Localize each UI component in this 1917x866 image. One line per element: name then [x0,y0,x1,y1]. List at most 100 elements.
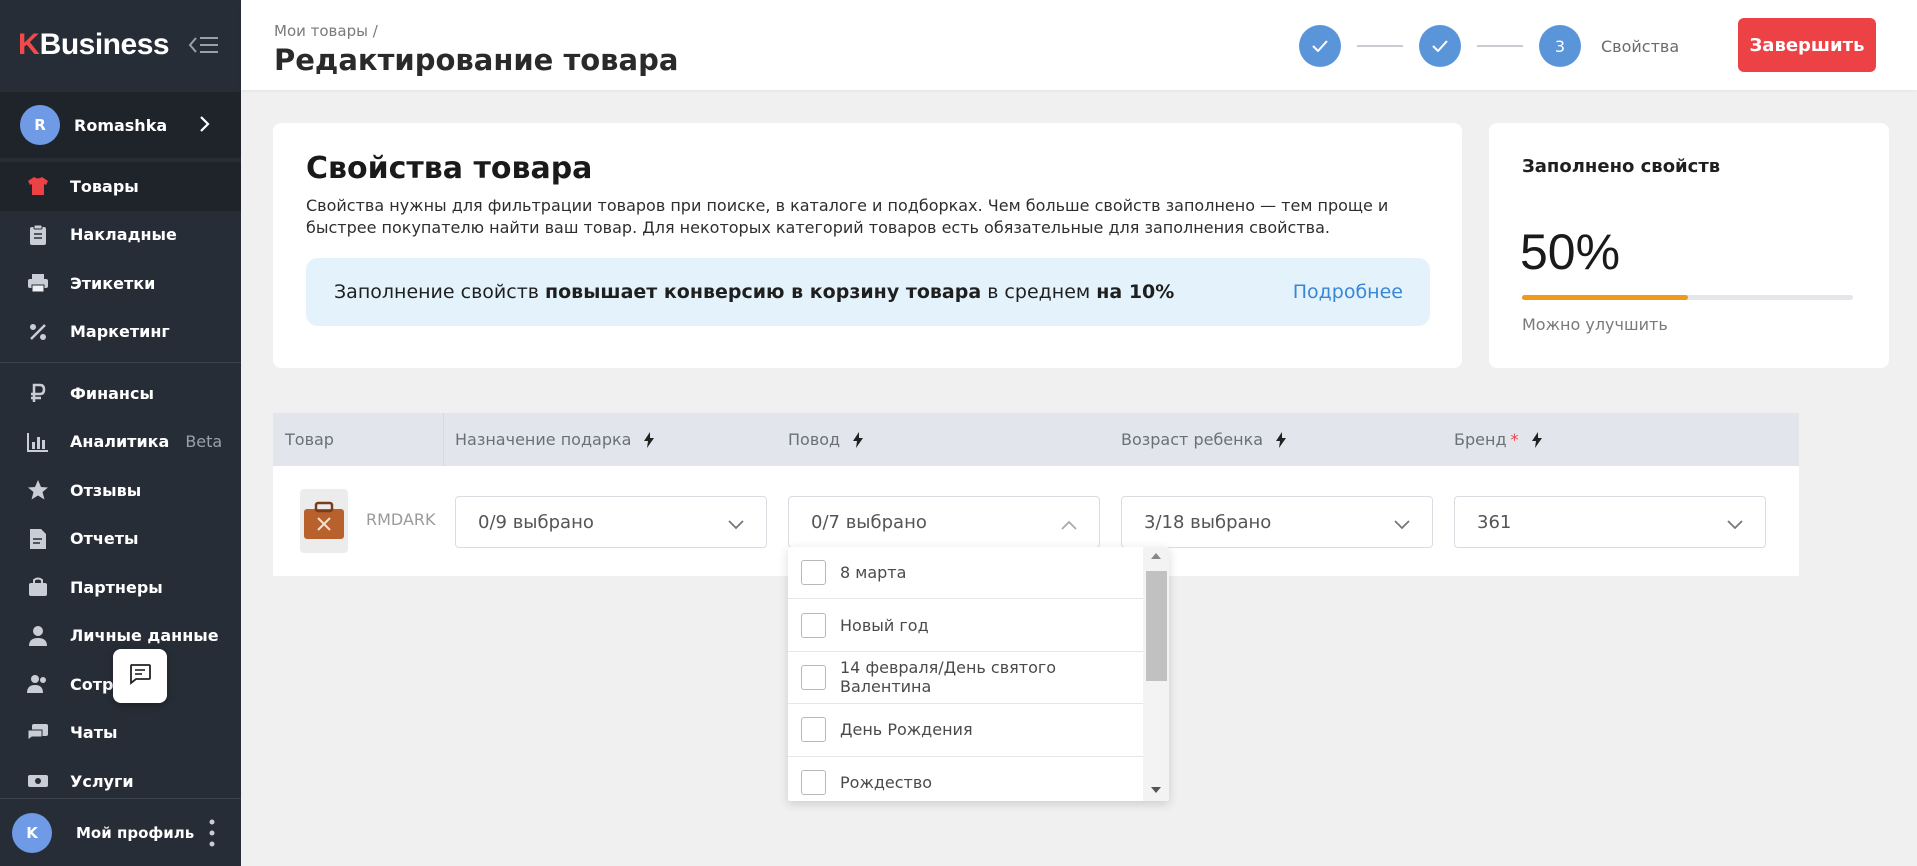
more-vertical-icon[interactable] [209,819,215,851]
sidebar-item-reviews[interactable]: Отзывы [0,466,241,515]
step-1-done[interactable] [1299,25,1341,67]
sidebar-item-marketing[interactable]: Маркетинг [0,308,241,357]
collapse-sidebar-icon[interactable] [188,34,220,56]
scroll-up-icon[interactable] [1151,553,1161,559]
sidebar-item-label: Услуги [70,771,134,791]
checkbox[interactable] [801,612,826,638]
dropdown-option[interactable]: 14 февраля/День святого Валентина [788,652,1143,705]
sidebar-item-label: Отзывы [70,480,142,500]
header-brand: Бренд * [1454,430,1543,449]
sidebar-item-finance[interactable]: Финансы [0,369,241,418]
checkbox[interactable] [801,664,826,690]
dropdown-option[interactable]: 8 марта [788,547,1143,600]
dropdown-option[interactable]: Рождество [788,757,1143,801]
sidebar-item-label: Накладные [70,225,177,245]
page-title: Редактирование товара [274,43,679,77]
clipboard-icon [26,223,50,247]
sidebar-item-labels[interactable]: Этикетки [0,259,241,308]
scrollbar-thumb[interactable] [1146,571,1167,681]
properties-title: Свойства товара [306,151,593,186]
fill-hint: Можно улучшить [1522,315,1668,334]
progress-stepper: 3 Свойства [1299,25,1679,67]
sidebar-item-reports[interactable]: Отчеты [0,515,241,564]
finish-button[interactable]: Завершить [1738,18,1876,72]
percent-icon [26,320,50,344]
conversion-banner: Заполнение свойств повышает конверсию в … [306,258,1430,326]
select-value: 3/18 выбрано [1144,511,1272,533]
header-product: Товар [285,430,334,449]
chevron-down-icon [728,514,744,535]
checkbox[interactable] [801,769,826,795]
logo-word: Business [39,28,170,61]
select-value: 0/7 выбрано [811,511,927,533]
sidebar-item-label: Чаты [70,723,118,743]
step-connector [1477,45,1523,47]
lightning-icon [643,431,655,448]
brand-select[interactable]: 361 [1454,496,1766,548]
sidebar-item-label: Товары [70,176,139,196]
child-age-select[interactable]: 3/18 выбрано [1121,496,1433,548]
fill-status-card: Заполнено свойств 50% Можно улучшить [1489,123,1889,368]
sidebar-item-label: Этикетки [70,273,156,293]
sidebar-item-label: Маркетинг [70,322,170,342]
step-connector [1357,45,1403,47]
breadcrumb[interactable]: Мои товары / [274,22,378,40]
account-switcher[interactable]: R Romashka [0,92,241,158]
beta-badge: Beta [185,432,223,452]
sidebar-nav: Товары Накладные Этикетки Маркетинг Фина… [0,162,241,806]
chevron-down-icon [1727,514,1743,535]
avatar: R [20,105,60,145]
profile-footer[interactable]: K Мой профиль [0,798,241,866]
sidebar-item-label: Отчеты [70,529,139,549]
dropdown-option[interactable]: Новый год [788,599,1143,652]
printer-icon [26,271,50,295]
table-header: Товар Назначение подарка Повод Возраст р… [273,413,1799,466]
step-3-label: Свойства [1601,36,1680,56]
header-occasion: Повод [788,430,864,449]
page-header: Мои товары / Редактирование товара 3 Сво… [241,0,1917,90]
money-icon [26,769,50,793]
learn-more-link[interactable]: Подробнее [1293,281,1403,303]
sidebar-item-products[interactable]: Товары [0,162,241,211]
sidebar-item-label: Финансы [70,383,154,403]
checkbox[interactable] [801,560,826,586]
step-3-current[interactable]: 3 [1539,25,1581,67]
logo[interactable]: K Business [18,25,170,65]
sidebar-item-label: Личные данные [70,626,219,646]
scroll-down-icon[interactable] [1151,787,1161,793]
profile-name: Мой профиль [76,823,195,842]
bar-chart-icon [26,430,50,454]
sidebar-item-partners[interactable]: Партнеры [0,563,241,612]
chevron-down-icon [1394,514,1410,535]
sidebar-item-analytics[interactable]: Аналитика Beta [0,418,241,467]
account-name: Romashka [74,115,168,135]
checkbox[interactable] [801,717,826,743]
dropdown-scrollbar[interactable] [1143,547,1169,801]
header-child-age: Возраст ребенка [1121,430,1287,449]
support-chat-button[interactable] [113,649,167,703]
step-2-done[interactable] [1419,25,1461,67]
fill-progress-bar [1522,295,1853,300]
sidebar-item-label: Аналитика [70,432,170,452]
required-mark: * [1510,430,1519,449]
sidebar-item-invoices[interactable]: Накладные [0,211,241,260]
occasion-dropdown: 8 марта Новый год 14 февраля/День святог… [788,547,1169,801]
fill-title: Заполнено свойств [1522,156,1721,177]
sidebar-item-chats[interactable]: Чаты [0,709,241,758]
lightning-icon [852,431,864,448]
tshirt-icon [26,174,50,198]
product-thumbnail[interactable] [300,489,348,553]
nav-divider [0,362,241,363]
dropdown-option[interactable]: День Рождения [788,704,1143,757]
ruble-icon [26,381,50,405]
logo-k: K [18,28,40,61]
occasion-select[interactable]: 0/7 выбрано [788,496,1100,548]
select-value: 361 [1477,511,1512,533]
gift-purpose-select[interactable]: 0/9 выбрано [455,496,767,548]
fill-percent: 50% [1520,224,1621,280]
banner-text: Заполнение свойств повышает конверсию в … [334,281,1175,303]
message-icon [128,663,152,689]
lightning-icon [1275,431,1287,448]
properties-info-card: Свойства товара Свойства нужны для фильт… [273,123,1462,368]
profile-avatar: K [12,812,52,853]
